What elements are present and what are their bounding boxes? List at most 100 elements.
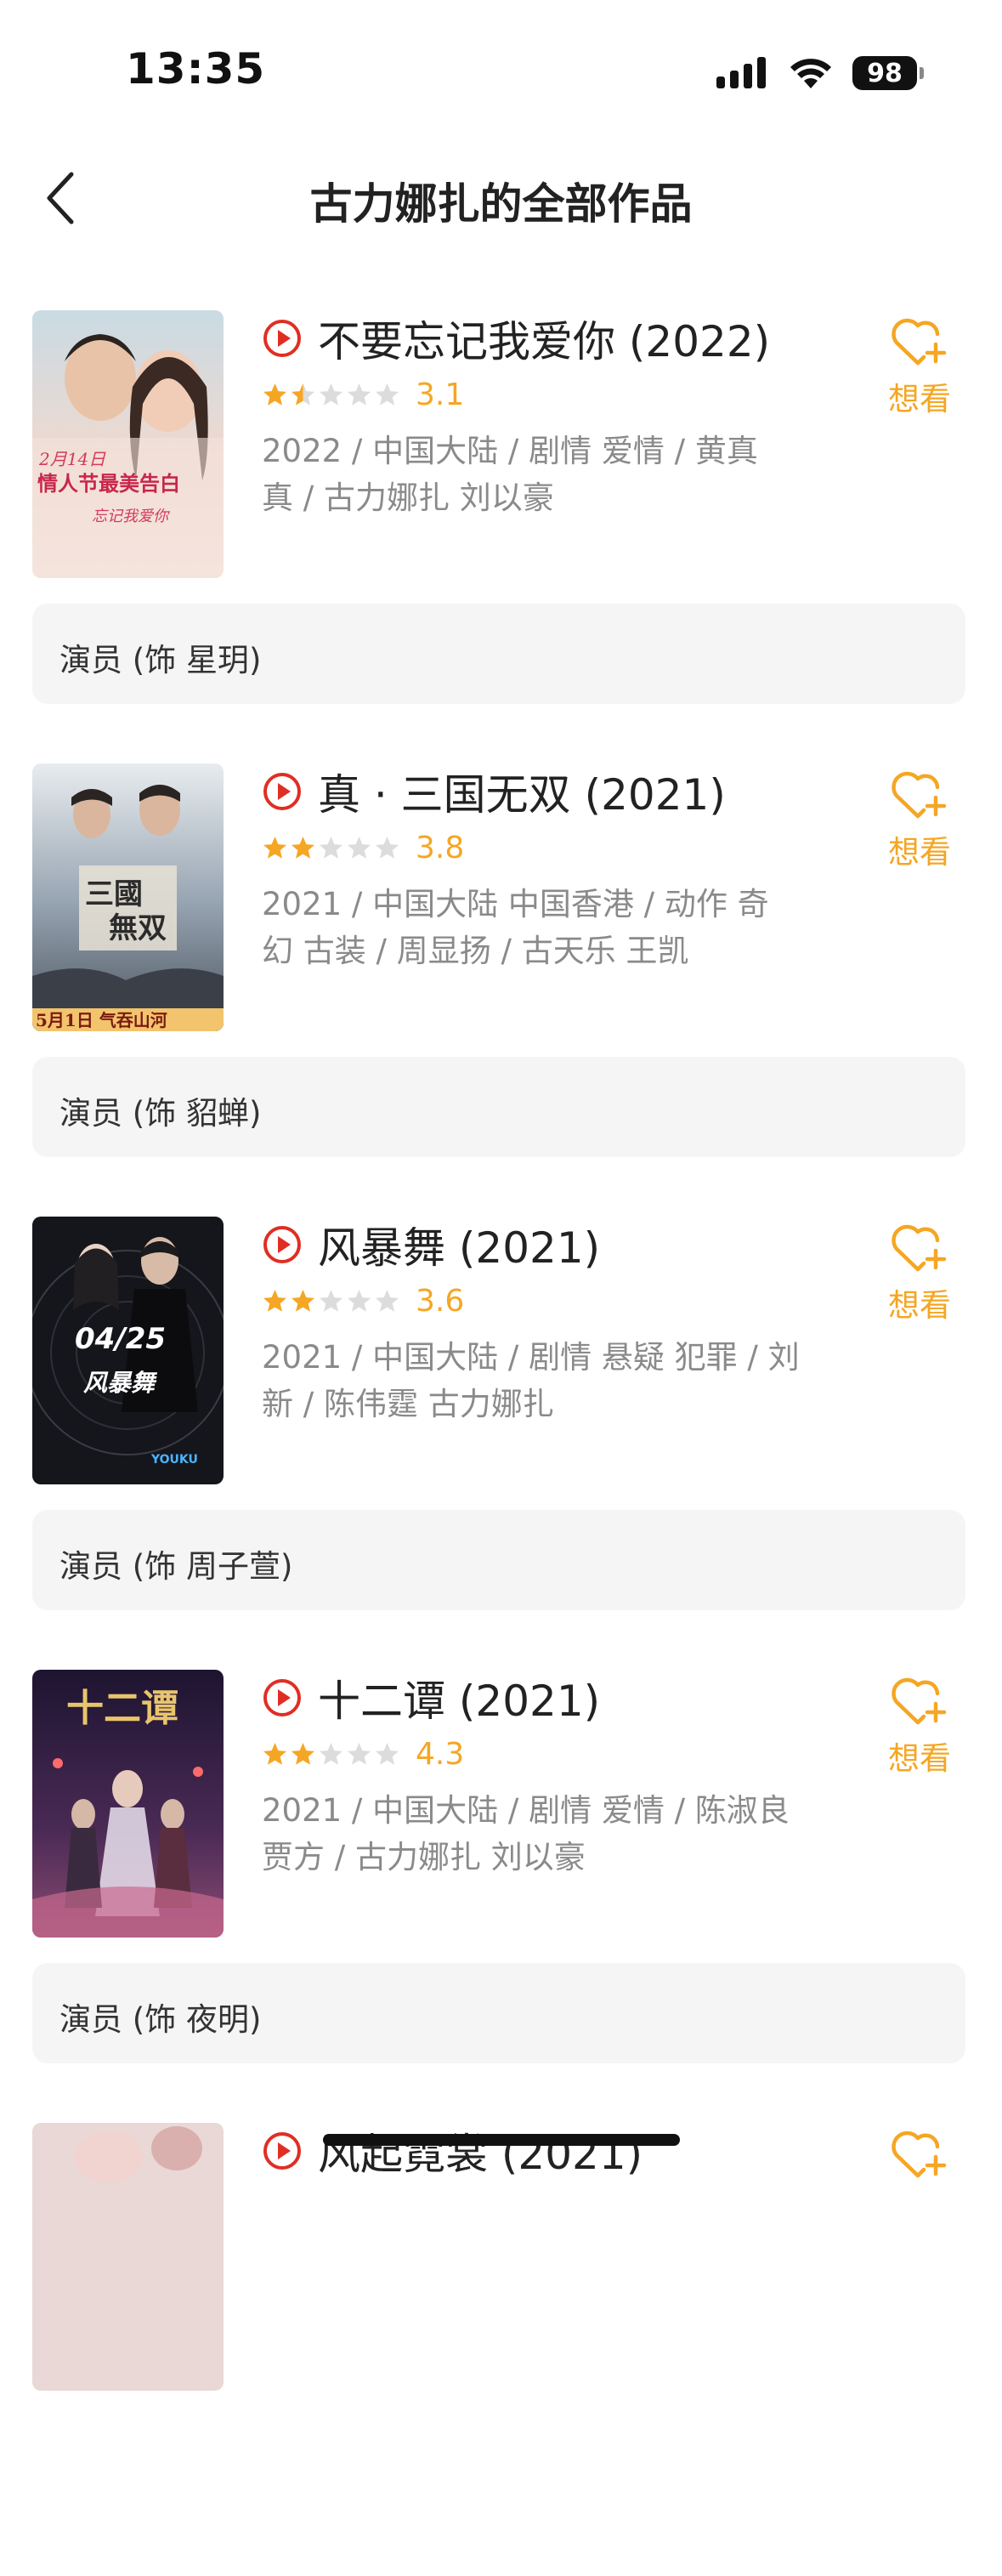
rating-score: 4.3 — [416, 1736, 465, 1772]
work-info: 风暴舞 (2021) 3.6 2021 / 中国大陆 / 剧情 悬疑 犯罪 / … — [262, 1217, 823, 1427]
page-title: 古力娜扎的全部作品 — [309, 179, 693, 229]
svg-text:情人节最美告白: 情人节最美告白 — [37, 471, 180, 496]
play-icon — [263, 773, 301, 810]
meta-line: 真 / 古力娜扎 刘以豪 — [262, 479, 554, 516]
work-info: 风起霓裳 (2021) — [262, 2123, 823, 2179]
work-title[interactable]: 不要忘记我爱你 (2022) — [318, 308, 770, 369]
star-empty-icon — [319, 836, 343, 859]
heart-plus-icon — [892, 1677, 947, 1725]
rating-score: 3.8 — [416, 830, 465, 865]
works-list: 2月14日 情人节最美告白 忘记我爱你 不要忘记我爱你 (2022) 3.1 2… — [0, 310, 1002, 2576]
work-title[interactable]: 十二谭 (2021) — [318, 1667, 600, 1728]
role-box: 演员 (饰 夜明) — [32, 1963, 965, 2063]
want-label: 想看 — [888, 381, 951, 417]
star-empty-icon — [319, 383, 343, 406]
svg-text:十二谭: 十二谭 — [66, 1687, 178, 1730]
battery-level: 98 — [867, 58, 903, 88]
want-label: 想看 — [888, 834, 951, 871]
status-bar: 13:35 98 — [0, 0, 1002, 119]
rating-score: 3.6 — [416, 1283, 465, 1319]
want-label: 想看 — [888, 1740, 951, 1777]
poster-image[interactable]: 2月14日 情人节最美告白 忘记我爱你 — [32, 310, 224, 578]
work-info: 不要忘记我爱你 (2022) 3.1 2022 / 中国大陆 / 剧情 爱情 /… — [262, 310, 823, 521]
star-half-icon — [291, 383, 315, 406]
work-meta: 2021 / 中国大陆 / 剧情 爱情 / 陈淑良 贾方 / 古力娜扎 刘以豪 — [262, 1787, 823, 1881]
status-icons: 98 — [716, 54, 924, 92]
rating-stars — [262, 1288, 400, 1314]
work-meta: 2021 / 中国大陆 / 剧情 悬疑 犯罪 / 刘 新 / 陈伟霆 古力娜扎 — [262, 1334, 823, 1427]
work-item[interactable]: 十二谭 十二谭 (2021) 4.3 2021 / 中国大陆 / 剧情 爱情 /… — [0, 1670, 1002, 2123]
rating-stars — [262, 1741, 400, 1767]
work-meta: 2021 / 中国大陆 中国香港 / 动作 奇 幻 古装 / 周显扬 / 古天乐… — [262, 881, 823, 974]
poster-image[interactable]: 04/25 风暴舞 YOUKU — [32, 1217, 224, 1484]
star-empty-icon — [347, 1742, 371, 1765]
star-empty-icon — [375, 383, 399, 406]
star-empty-icon — [319, 1289, 343, 1312]
work-meta: 2022 / 中国大陆 / 剧情 爱情 / 黄真 真 / 古力娜扎 刘以豪 — [262, 428, 823, 521]
rating-stars — [262, 835, 400, 861]
play-icon — [263, 1679, 301, 1716]
role-text: 演员 (饰 周子萱) — [59, 1548, 293, 1585]
svg-text:無双: 無双 — [109, 911, 167, 945]
heart-plus-icon — [892, 318, 947, 366]
star-full-icon — [291, 836, 315, 859]
meta-line: 2022 / 中国大陆 / 剧情 爱情 / 黄真 — [262, 433, 758, 469]
heart-plus-icon — [892, 771, 947, 819]
star-empty-icon — [347, 836, 371, 859]
role-box: 演员 (饰 星玥) — [32, 604, 965, 704]
poster-image[interactable] — [32, 2123, 224, 2391]
work-item[interactable]: 2月14日 情人节最美告白 忘记我爱你 不要忘记我爱你 (2022) 3.1 2… — [0, 310, 1002, 763]
nav-bar: 古力娜扎的全部作品 — [0, 145, 1002, 247]
meta-line: 2021 / 中国大陆 / 剧情 爱情 / 陈淑良 — [262, 1792, 790, 1829]
work-title[interactable]: 风暴舞 (2021) — [318, 1214, 600, 1275]
status-time: 13:35 — [126, 44, 266, 94]
work-item[interactable]: 风起霓裳 (2021) — [0, 2123, 1002, 2576]
star-empty-icon — [319, 1742, 343, 1765]
star-full-icon — [263, 836, 287, 859]
role-text: 演员 (饰 夜明) — [59, 2001, 262, 2038]
star-full-icon — [263, 1289, 287, 1312]
star-empty-icon — [375, 1289, 399, 1312]
star-empty-icon — [375, 836, 399, 859]
work-title[interactable]: 真 · 三国无双 (2021) — [318, 761, 726, 822]
work-item[interactable]: 三國 無双 5月1日 气吞山河 真 · 三国无双 (2021) 3.8 2021 — [0, 763, 1002, 1217]
rating-stars — [262, 382, 400, 408]
work-item[interactable]: 04/25 风暴舞 YOUKU 风暴舞 (2021) 3.6 2021 / 中国… — [0, 1217, 1002, 1670]
heart-plus-icon — [892, 1224, 947, 1272]
svg-text:风暴舞: 风暴舞 — [83, 1369, 158, 1397]
want-label: 想看 — [888, 1287, 951, 1324]
want-to-watch-button[interactable]: 想看 — [881, 1675, 958, 1779]
meta-line: 幻 古装 / 周显扬 / 古天乐 王凯 — [262, 933, 689, 969]
meta-line: 新 / 陈伟霆 古力娜扎 — [262, 1386, 554, 1422]
rating-score: 3.1 — [416, 377, 465, 412]
meta-line: 2021 / 中国大陆 / 剧情 悬疑 犯罪 / 刘 — [262, 1339, 800, 1376]
poster-image[interactable]: 三國 無双 5月1日 气吞山河 — [32, 763, 224, 1031]
work-title[interactable]: 风起霓裳 (2021) — [318, 2120, 643, 2182]
svg-text:忘记我爱你: 忘记我爱你 — [92, 508, 171, 525]
want-to-watch-button[interactable]: 想看 — [881, 769, 958, 872]
play-icon — [263, 1226, 301, 1263]
svg-text:三國: 三國 — [85, 877, 143, 911]
poster-text: 2月14日 — [38, 449, 106, 469]
role-box: 演员 (饰 貂蝉) — [32, 1057, 965, 1157]
play-icon — [263, 2132, 301, 2170]
star-full-icon — [291, 1742, 315, 1765]
star-full-icon — [263, 1742, 287, 1765]
role-text: 演员 (饰 星玥) — [59, 642, 262, 678]
svg-text:04/25: 04/25 — [75, 1322, 166, 1356]
work-info: 十二谭 (2021) 4.3 2021 / 中国大陆 / 剧情 爱情 / 陈淑良… — [262, 1670, 823, 1881]
work-info: 真 · 三国无双 (2021) 3.8 2021 / 中国大陆 中国香港 / 动… — [262, 763, 823, 974]
battery-icon: 98 — [852, 56, 924, 90]
meta-line: 贾方 / 古力娜扎 刘以豪 — [262, 1839, 586, 1875]
star-empty-icon — [375, 1742, 399, 1765]
want-to-watch-button[interactable]: 想看 — [881, 1222, 958, 1325]
home-indicator[interactable] — [323, 2134, 680, 2146]
want-to-watch-button[interactable]: 想看 — [881, 315, 958, 419]
svg-text:YOUKU: YOUKU — [150, 1453, 198, 1467]
role-box: 演员 (饰 周子萱) — [32, 1510, 965, 1610]
star-empty-icon — [347, 383, 371, 406]
svg-text:5月1日 气吞山河: 5月1日 气吞山河 — [36, 1010, 167, 1030]
play-icon — [263, 320, 301, 357]
poster-image[interactable]: 十二谭 — [32, 1670, 224, 1938]
star-empty-icon — [347, 1289, 371, 1312]
